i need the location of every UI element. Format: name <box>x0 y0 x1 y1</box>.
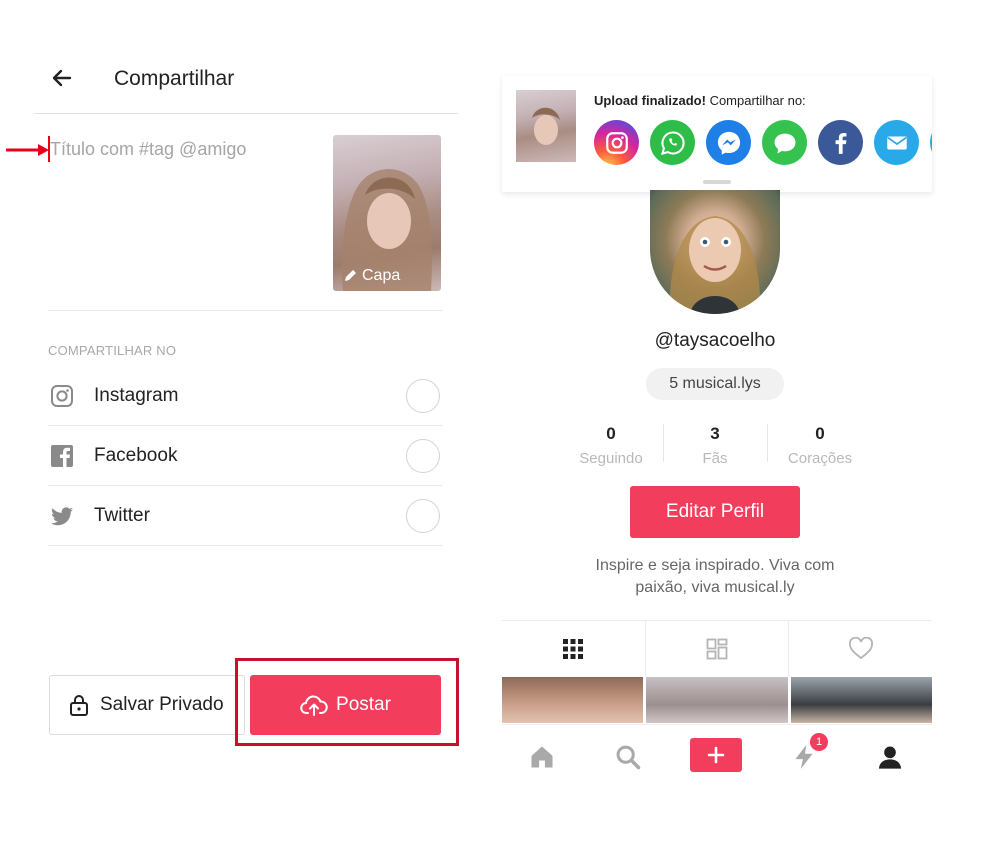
share-section-heading: COMPARTILHAR NO <box>48 343 177 358</box>
post-label: Postar <box>336 694 391 715</box>
divider <box>48 310 442 311</box>
upload-thumbnail <box>516 90 576 162</box>
upload-notice: Upload finalizado! Compartilhar no: <box>594 93 806 108</box>
text-cursor <box>48 136 50 162</box>
upload-notice-title: Upload finalizado! <box>594 93 706 108</box>
video-thumbnail[interactable] <box>790 677 932 723</box>
caption-input[interactable] <box>50 136 320 162</box>
instagram-icon <box>605 131 628 154</box>
share-option-label: Facebook <box>94 445 178 466</box>
save-private-label: Salvar Privado <box>100 694 224 715</box>
stat-fans[interactable]: 3 Fãs <box>663 424 767 467</box>
upload-notice-text: Compartilhar no: <box>705 93 806 108</box>
bottom-navigation: 1 <box>502 724 932 786</box>
drag-handle[interactable] <box>703 180 731 184</box>
share-option-label: Twitter <box>94 505 150 526</box>
post-button[interactable]: Postar <box>250 675 441 735</box>
share-option-instagram[interactable]: Instagram <box>48 366 442 426</box>
avatar-photo <box>669 216 761 314</box>
plus-icon <box>707 746 725 764</box>
tab-likes[interactable] <box>789 621 932 676</box>
tab-grid[interactable] <box>502 621 646 676</box>
share-whatsapp-button[interactable] <box>650 120 695 165</box>
stat-label: Corações <box>787 450 853 467</box>
instagram-icon <box>51 385 73 407</box>
cover-thumbnail[interactable]: Capa <box>333 135 441 291</box>
share-option-twitter[interactable]: Twitter <box>48 486 442 546</box>
bio-line: Inspire e seja inspirado. Viva com <box>595 557 835 574</box>
share-header: Compartilhar <box>34 52 458 114</box>
stat-following[interactable]: 0 Seguindo <box>559 424 663 467</box>
musical-count-badge[interactable]: 5 musical.lys <box>646 368 784 400</box>
share-facebook-button[interactable] <box>818 120 863 165</box>
twitter-icon <box>51 507 73 526</box>
share-option-toggle[interactable] <box>406 379 440 413</box>
create-button[interactable] <box>690 738 742 772</box>
share-option-toggle[interactable] <box>406 499 440 533</box>
stat-value: 0 <box>606 424 616 443</box>
share-messenger-button[interactable] <box>706 120 751 165</box>
nav-home[interactable] <box>524 739 560 775</box>
profile-bio: Inspire e seja inspirado. Viva com paixã… <box>560 555 870 599</box>
upload-photo <box>532 107 560 145</box>
stat-label: Fãs <box>702 450 728 467</box>
facebook-icon <box>835 132 846 154</box>
page-title: Compartilhar <box>114 67 235 90</box>
home-icon <box>531 746 553 768</box>
edit-profile-button[interactable]: Editar Perfil <box>630 486 800 538</box>
share-apps-row <box>594 120 932 165</box>
tab-collections[interactable] <box>646 621 790 676</box>
share-option-toggle[interactable] <box>406 439 440 473</box>
lock-icon <box>70 695 88 716</box>
stat-value: 0 <box>815 424 825 443</box>
upload-finished-card: Upload finalizado! Compartilhar no: <box>502 76 932 192</box>
messenger-icon <box>717 131 740 155</box>
stat-label: Seguindo <box>579 450 643 467</box>
profile-tabs <box>502 620 932 676</box>
whatsapp-icon <box>660 130 685 155</box>
avatar <box>650 190 780 314</box>
search-icon <box>616 745 641 770</box>
video-grid <box>502 677 932 723</box>
video-thumbnail[interactable] <box>646 677 788 723</box>
bio-line: paixão, viva musical.ly <box>635 579 795 596</box>
video-thumbnail[interactable] <box>502 677 644 723</box>
share-email-button[interactable] <box>874 120 919 165</box>
save-private-button[interactable]: Salvar Privado <box>49 675 245 735</box>
chat-bubble-icon <box>774 133 795 153</box>
annotation-arrow-icon <box>6 144 49 156</box>
nav-profile[interactable] <box>872 739 908 775</box>
share-instagram-button[interactable] <box>594 120 639 165</box>
cover-label: Capa <box>362 267 401 284</box>
share-option-facebook[interactable]: Facebook <box>48 426 442 486</box>
nav-search[interactable] <box>610 739 646 775</box>
email-icon <box>886 136 907 149</box>
share-more-button[interactable] <box>930 120 932 165</box>
person-icon <box>878 746 902 769</box>
stat-hearts[interactable]: 0 Corações <box>768 424 872 467</box>
dashboard-icon <box>706 638 728 659</box>
pencil-icon <box>345 270 356 281</box>
heart-icon <box>848 636 873 659</box>
share-messages-button[interactable] <box>762 120 807 165</box>
nav-notifications[interactable]: 1 <box>786 733 828 775</box>
facebook-icon <box>51 445 73 467</box>
stat-value: 3 <box>710 424 720 443</box>
cloud-upload-icon <box>300 695 328 716</box>
share-option-label: Instagram <box>94 385 179 406</box>
username: @taysacoelho <box>654 330 776 351</box>
grid-icon <box>563 638 584 659</box>
back-arrow-icon[interactable] <box>50 66 74 90</box>
notification-badge: 1 <box>810 733 828 751</box>
edit-cover-button[interactable]: Capa <box>343 267 400 285</box>
